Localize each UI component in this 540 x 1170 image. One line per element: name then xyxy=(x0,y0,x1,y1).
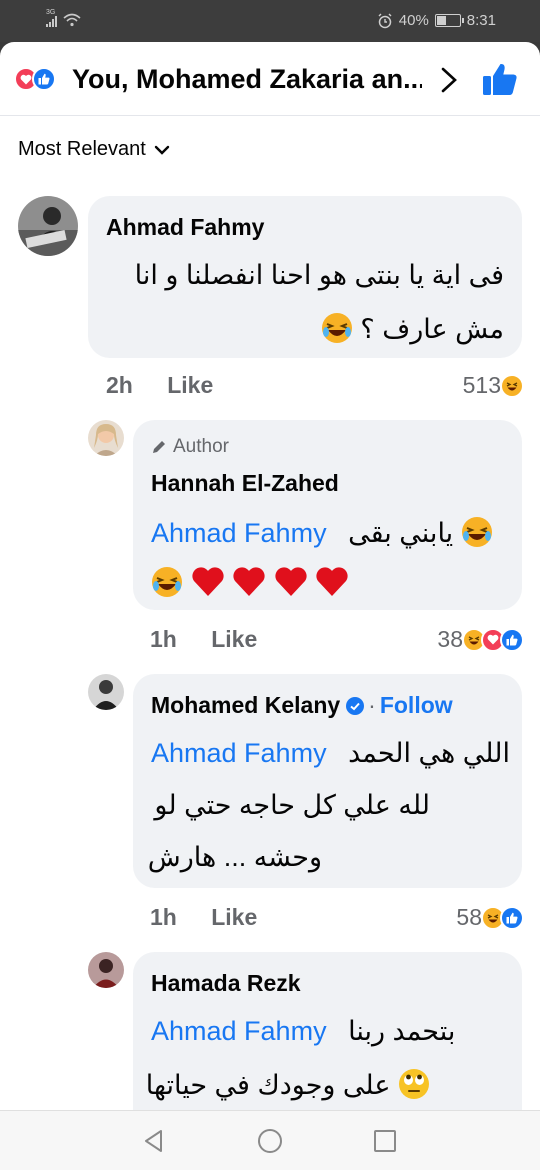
sort-label: Most Relevant xyxy=(18,138,146,160)
like-icon xyxy=(32,67,56,91)
sheet-title[interactable]: You, Mohamed Zakaria an... xyxy=(72,64,422,95)
comment-text-line: ﻓﻰ اية يا بنتى هو احنا انفصلنا و انا xyxy=(134,260,504,290)
recent-square-icon[interactable] xyxy=(374,1130,396,1152)
comment-meta: 2h Like xyxy=(106,372,213,399)
home-circle-icon[interactable] xyxy=(258,1129,282,1153)
reaction-count-number: 513 xyxy=(462,372,501,398)
like-link[interactable]: Like xyxy=(167,372,213,398)
avatar[interactable] xyxy=(88,420,124,456)
comment-meta: 1h Like xyxy=(150,626,257,653)
sheet-header: You, Mohamed Zakaria an... xyxy=(0,42,540,116)
chevron-down-icon xyxy=(154,145,170,155)
mention-tag[interactable]: Ahmad Fahmy xyxy=(151,518,327,548)
comment-author[interactable]: Mohamed Kelany xyxy=(151,692,340,718)
comment-time[interactable]: 2h xyxy=(106,372,133,398)
comment-text-line: Ahmad Fahmy يابني بقى xyxy=(151,516,493,549)
author-badge: Author xyxy=(151,436,229,458)
like-link[interactable]: Like xyxy=(211,904,257,930)
red-heart-icon xyxy=(191,567,224,596)
comment-text-line: لله علي كل حاجه حتي لو xyxy=(154,790,430,820)
comment-time[interactable]: 1h xyxy=(150,904,177,930)
comment-bubble[interactable]: Hamada Rezk Ahmad Fahmy بتحمد ربنا على و… xyxy=(133,952,522,1110)
comment-author-row: Mohamed Kelany · Follow xyxy=(151,692,453,719)
comment-bubble[interactable]: Mohamed Kelany · Follow Ahmad Fahmy اللي ه… xyxy=(133,674,522,888)
battery-percent: 40% xyxy=(398,12,429,29)
like-reaction-icon xyxy=(500,627,524,652)
network-type: 3G xyxy=(46,9,56,16)
comment-text-line: على وجودك في حياتها xyxy=(146,1068,430,1101)
comment-text: على وجودك في حياتها xyxy=(145,1070,391,1100)
mention-tag[interactable]: Ahmad Fahmy xyxy=(151,738,327,768)
avatar[interactable] xyxy=(88,674,124,710)
mention-tag[interactable]: Ahmad Fahmy xyxy=(151,1016,327,1046)
reactions-sheet: You, Mohamed Zakaria an... Most Relevant… xyxy=(0,42,540,1110)
red-heart-icon xyxy=(233,567,265,596)
comment-time[interactable]: 1h xyxy=(150,626,177,652)
comment-text-line: Ahmad Fahmy اللي هي الحمد xyxy=(151,738,510,769)
emoji-line xyxy=(151,566,349,599)
like-link[interactable]: Like xyxy=(211,626,257,652)
comment-author[interactable]: Hamada Rezk xyxy=(151,970,301,997)
comment-text: مش عارف ؟ xyxy=(360,314,504,344)
comment-bubble[interactable]: Author Hannah El-Zahed Ahmad Fahmy يابني… xyxy=(133,420,522,610)
reaction-count-number: 38 xyxy=(437,626,463,652)
author-badge-label: Author xyxy=(173,436,229,457)
status-right: 40% 8:31 xyxy=(377,12,496,29)
comment-author[interactable]: Ahmad Fahmy xyxy=(106,214,264,241)
wifi-icon xyxy=(63,13,81,27)
pencil-icon xyxy=(153,441,165,453)
laughing-emoji-icon xyxy=(152,567,182,597)
reaction-count[interactable]: 513 xyxy=(463,372,524,399)
separator-dot: · xyxy=(368,692,376,718)
thumbs-up-icon[interactable] xyxy=(482,62,518,96)
laughing-emoji-icon xyxy=(321,313,352,343)
red-heart-icon xyxy=(274,567,307,596)
alarm-icon xyxy=(378,13,392,28)
comment-author[interactable]: Hannah El-Zahed xyxy=(151,470,339,497)
status-bar: 3G 40% 8:31 xyxy=(0,0,540,42)
comment-text: يابني بقى xyxy=(348,518,454,548)
signal-icon xyxy=(46,15,57,27)
comment-meta: 1h Like xyxy=(150,904,257,931)
reaction-count-number: 58 xyxy=(456,904,482,930)
eye-roll-emoji-icon xyxy=(399,1069,429,1099)
clock: 8:31 xyxy=(466,12,496,29)
signal-indicator: 3G xyxy=(46,9,81,27)
avatar[interactable] xyxy=(18,196,78,256)
verified-badge-icon xyxy=(346,697,365,715)
follow-button[interactable]: Follow xyxy=(380,692,453,718)
like-reaction-icon xyxy=(500,905,524,930)
haha-reaction-icon xyxy=(500,373,524,398)
system-nav-bar xyxy=(0,1110,540,1170)
comment-text: اللي هي الحمد xyxy=(348,738,510,768)
chevron-right-icon[interactable] xyxy=(437,64,461,96)
comment-text-line: Ahmad Fahmy بتحمد ربنا xyxy=(151,1016,455,1047)
sort-dropdown[interactable]: Most Relevant xyxy=(18,138,170,161)
reaction-count[interactable]: 58 xyxy=(456,904,524,931)
reaction-summary[interactable] xyxy=(14,67,64,93)
laughing-emoji-icon xyxy=(461,517,492,547)
battery-icon xyxy=(434,14,464,27)
comment-text-line: وحشه ... هارش xyxy=(147,842,322,872)
comment-text: بتحمد ربنا xyxy=(348,1016,456,1046)
avatar[interactable] xyxy=(88,952,124,988)
back-triangle-icon[interactable] xyxy=(143,1129,165,1153)
comment-bubble[interactable]: Ahmad Fahmy ﻓﻰ اية يا بنتى هو احنا انفصل… xyxy=(88,196,522,358)
reaction-count[interactable]: 38 xyxy=(437,626,524,653)
red-heart-icon xyxy=(316,567,348,596)
comment-text-line: مش عارف ؟ xyxy=(321,312,504,345)
